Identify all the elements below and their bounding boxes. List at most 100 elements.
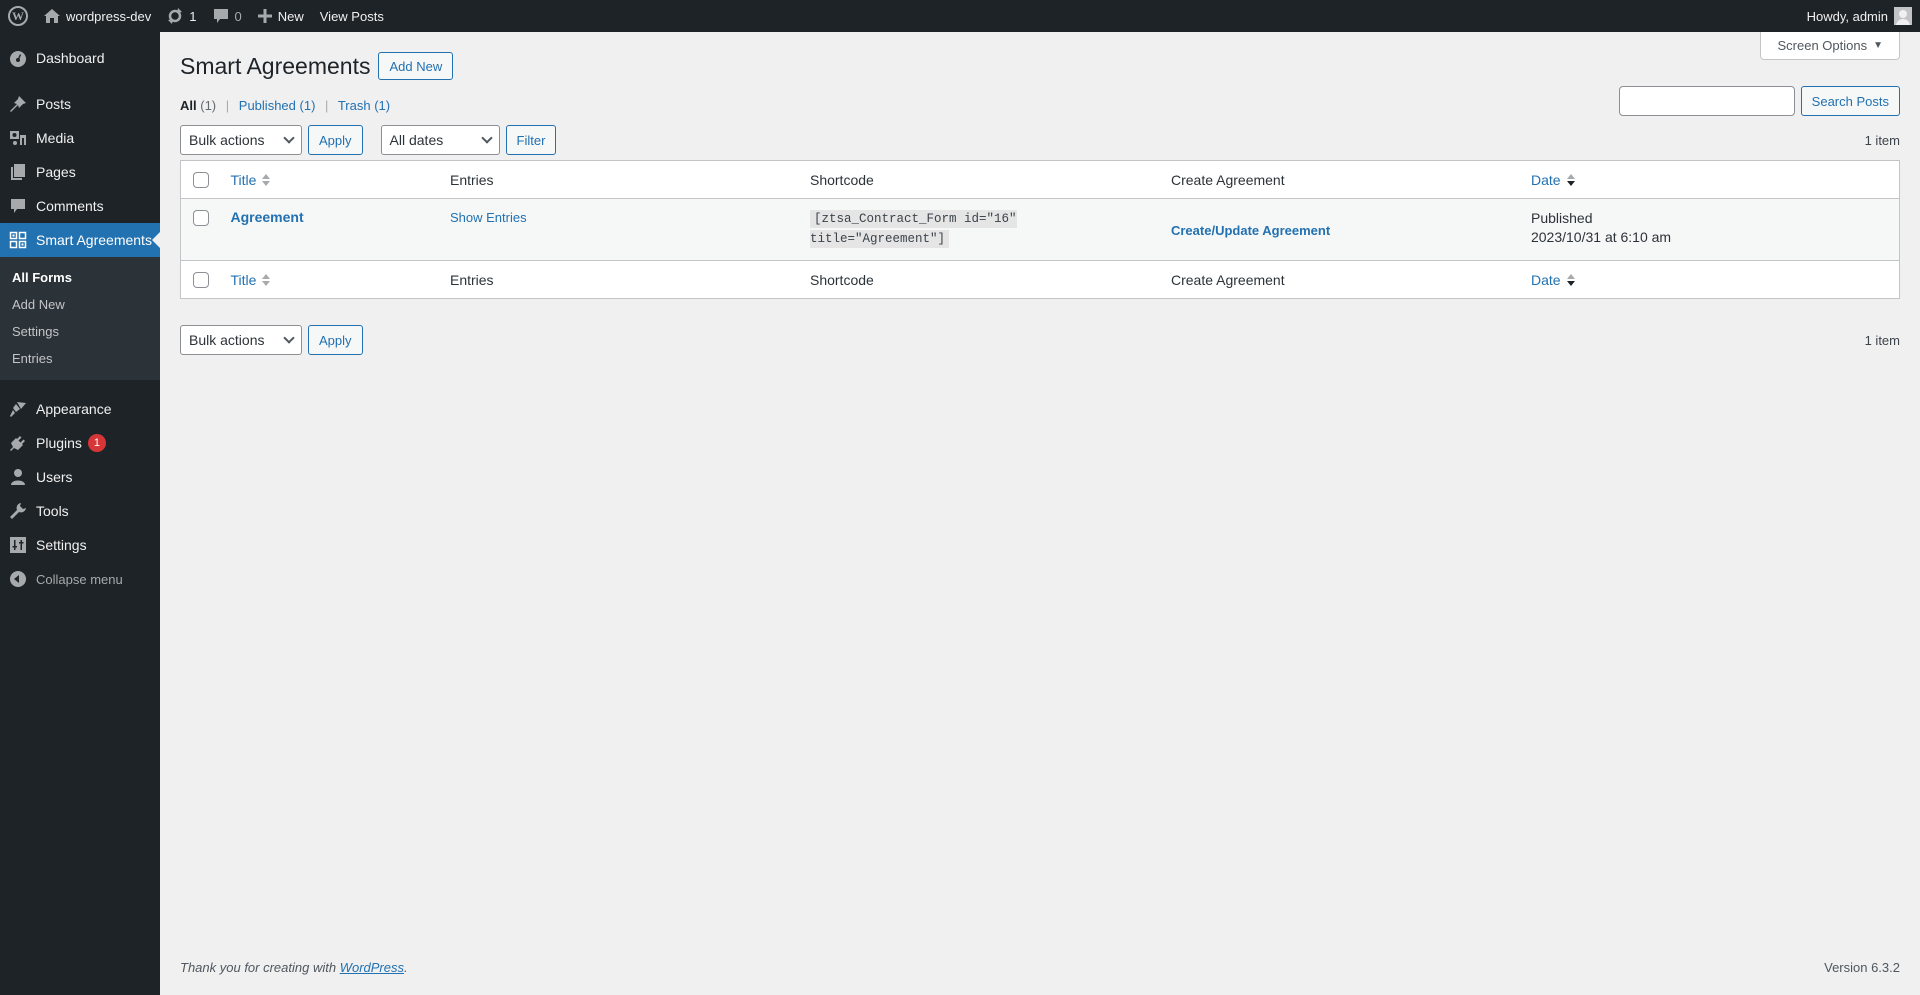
table-header-row: Title Entries Shortcode Create Agreement…: [180, 161, 1900, 199]
select-all-checkbox[interactable]: [193, 172, 209, 189]
sidebar-label: Posts: [36, 96, 72, 112]
view-trash-count[interactable]: (1): [374, 98, 390, 113]
sidebar-label: Comments: [36, 198, 104, 214]
sort-arrows-icon: [1566, 173, 1575, 186]
apply-button-bottom[interactable]: Apply: [308, 325, 363, 355]
dates-filter-select[interactable]: All dates: [380, 125, 500, 155]
column-title-label: Title: [230, 171, 257, 188]
apply-button[interactable]: Apply: [308, 125, 363, 155]
tablenav-bottom: Bulk actions Apply 1 item: [180, 325, 1900, 355]
sidebar-item-comments[interactable]: Comments: [0, 189, 160, 223]
view-posts-link[interactable]: View Posts: [312, 0, 392, 32]
submenu-settings[interactable]: Settings: [0, 318, 160, 345]
main-content: Screen Options ▼ Smart Agreements Add Ne…: [160, 32, 1920, 995]
updates-link[interactable]: 1: [159, 0, 204, 32]
plug-icon: [8, 433, 28, 453]
chevron-down-icon: [283, 132, 295, 144]
search-posts-button[interactable]: Search Posts: [1800, 86, 1900, 116]
sort-title-link[interactable]: Title: [231, 172, 271, 188]
grid-icon: [8, 230, 28, 250]
media-icon: [8, 128, 28, 148]
column-entries-footer: Entries: [449, 271, 494, 288]
wordpress-link[interactable]: WordPress: [340, 960, 404, 975]
create-update-agreement-link[interactable]: Create/Update Agreement: [1171, 223, 1330, 238]
screen-options-button[interactable]: Screen Options ▼: [1760, 32, 1900, 60]
sidebar-label: Users: [36, 469, 73, 485]
dashboard-icon: [8, 48, 28, 68]
tablenav-top: Bulk actions Apply All dates Filter 1 it…: [180, 125, 1900, 155]
wordpress-logo-icon: W: [8, 6, 28, 26]
site-name-link[interactable]: wordpress-dev: [36, 0, 159, 32]
row-checkbox[interactable]: [193, 210, 209, 227]
sidebar-item-appearance[interactable]: Appearance: [0, 392, 160, 426]
posts-table: Title Entries Shortcode Create Agreement…: [180, 160, 1900, 299]
footer-version: Version 6.3.2: [1824, 960, 1900, 975]
comments-count: 0: [234, 8, 242, 24]
sidebar-label: Dashboard: [36, 50, 105, 66]
sidebar-item-tools[interactable]: Tools: [0, 494, 160, 528]
screen-options-label: Screen Options: [1777, 38, 1868, 53]
admin-bar: W wordpress-dev 1 0 New View Posts Howdy…: [0, 0, 1920, 32]
sort-date-link-footer[interactable]: Date: [1531, 272, 1575, 288]
view-all[interactable]: All: [180, 98, 197, 113]
bulk-actions-select-bottom[interactable]: Bulk actions: [180, 325, 302, 355]
submenu-entries[interactable]: Entries: [0, 345, 160, 372]
sidebar-item-pages[interactable]: Pages: [0, 155, 160, 189]
wp-logo-menu[interactable]: W: [0, 0, 36, 32]
row-title-link[interactable]: Agreement: [231, 209, 304, 225]
howdy-text: Howdy, admin: [1806, 8, 1888, 24]
footer-period: .: [404, 960, 408, 975]
admin-menu: Dashboard Posts Media Pages Comments Sma…: [0, 32, 160, 995]
my-account-menu[interactable]: Howdy, admin: [1799, 0, 1920, 32]
column-date[interactable]: Date: [1521, 161, 1900, 199]
search-box: Search Posts: [1618, 86, 1900, 116]
column-create-agreement-footer: Create Agreement: [1170, 271, 1285, 288]
sidebar-label: Plugins: [36, 435, 82, 451]
sidebar-item-media[interactable]: Media: [0, 121, 160, 155]
shortcode-text: [ztsa_Contract_Form id="16" title="Agree…: [809, 210, 1017, 248]
view-posts-label: View Posts: [319, 8, 384, 24]
column-title-footer[interactable]: Title: [221, 261, 440, 299]
comment-icon: [8, 196, 28, 216]
new-content-link[interactable]: New: [250, 0, 312, 32]
sidebar-label: Smart Agreements: [36, 232, 152, 248]
post-date: 2023/10/31 at 6:10 am: [1530, 229, 1672, 245]
sidebar-item-dashboard[interactable]: Dashboard: [0, 41, 160, 75]
view-published[interactable]: Published: [239, 98, 296, 113]
collapse-menu-button[interactable]: Collapse menu: [0, 562, 160, 596]
submenu-add-new[interactable]: Add New: [0, 291, 160, 318]
select-all-checkbox-bottom[interactable]: [193, 272, 209, 289]
items-count: 1 item: [1864, 132, 1900, 148]
sort-date-link[interactable]: Date: [1531, 172, 1575, 188]
table-footer-row: Title Entries Shortcode Create Agreement…: [180, 260, 1900, 299]
home-icon: [44, 9, 60, 23]
bulk-actions-value: Bulk actions: [189, 332, 265, 348]
filter-button[interactable]: Filter: [505, 125, 557, 155]
user-icon: [8, 467, 28, 487]
new-label: New: [277, 8, 304, 24]
column-date-label: Date: [1530, 171, 1561, 188]
sidebar-item-smart-agreements[interactable]: Smart Agreements: [0, 223, 160, 257]
comments-link[interactable]: 0: [205, 0, 250, 32]
sidebar-label: Pages: [36, 164, 76, 180]
pages-icon: [8, 162, 28, 182]
sort-title-link-footer[interactable]: Title: [231, 272, 271, 288]
column-create-agreement: Create Agreement: [1170, 171, 1285, 188]
column-title[interactable]: Title: [221, 161, 440, 199]
sidebar-item-plugins[interactable]: Plugins 1: [0, 426, 160, 460]
avatar: [1894, 7, 1912, 25]
search-input[interactable]: [1618, 86, 1795, 116]
column-date-footer[interactable]: Date: [1521, 261, 1900, 299]
view-trash[interactable]: Trash: [338, 98, 371, 113]
sidebar-item-settings[interactable]: Settings: [0, 528, 160, 562]
add-new-button[interactable]: Add New: [378, 52, 454, 80]
separator: |: [325, 98, 329, 113]
plugins-update-badge: 1: [87, 434, 106, 452]
show-entries-link[interactable]: Show Entries: [450, 210, 527, 225]
sidebar-item-users[interactable]: Users: [0, 460, 160, 494]
bulk-actions-select[interactable]: Bulk actions: [180, 125, 302, 155]
column-entries: Entries: [449, 171, 494, 188]
submenu-all-forms[interactable]: All Forms: [0, 264, 160, 291]
sidebar-item-posts[interactable]: Posts: [0, 87, 160, 121]
view-published-count[interactable]: (1): [300, 98, 316, 113]
